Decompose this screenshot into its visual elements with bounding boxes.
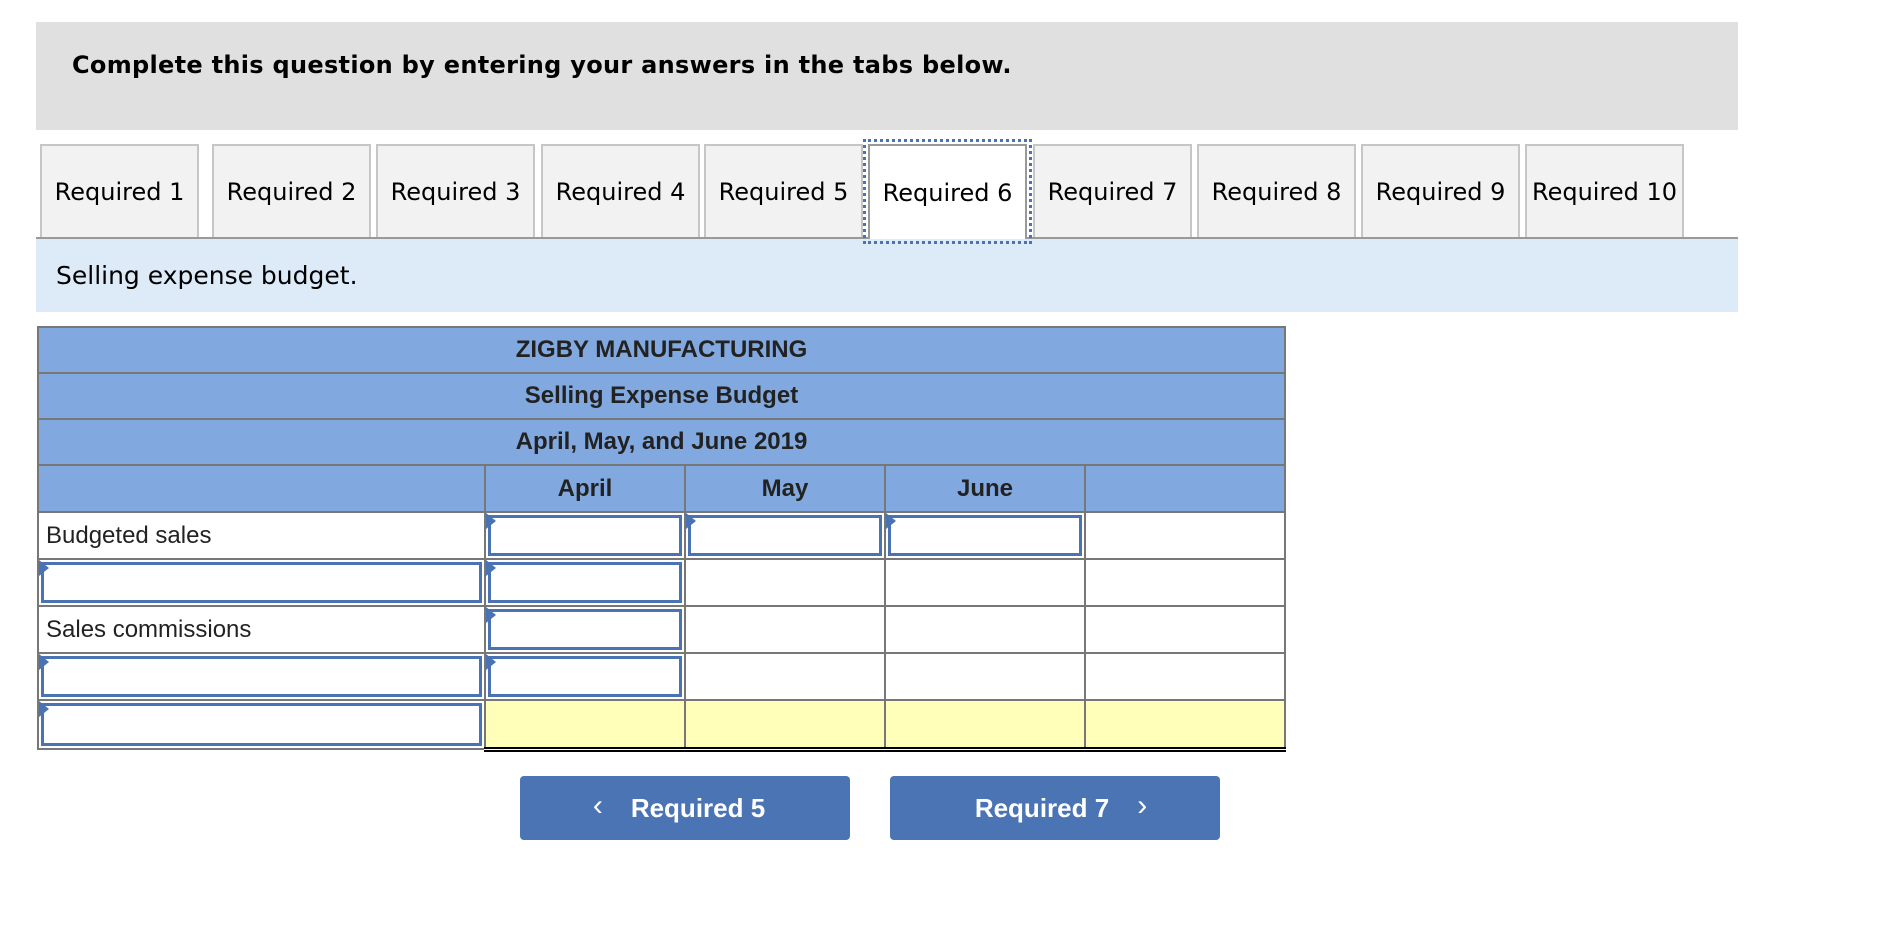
total-april (484, 699, 686, 752)
instructions-text: Complete this question by entering your … (72, 51, 1012, 79)
cell-empty (884, 605, 1086, 654)
input-flag-icon (39, 701, 49, 717)
cell-empty (684, 558, 886, 607)
instructions-banner: Complete this question by entering your … (36, 22, 1738, 130)
tab-required-8[interactable]: Required 8 (1197, 144, 1356, 237)
tab-required-5[interactable]: Required 5 (704, 144, 863, 237)
tab-required-9[interactable]: Required 9 (1361, 144, 1520, 237)
period-row: April, May, and June 2019 (37, 418, 1286, 466)
column-header-june: June (884, 464, 1086, 513)
table-row: Budgeted sales (37, 511, 1286, 560)
cell-empty (884, 558, 1086, 607)
input-row-4-label[interactable] (37, 652, 486, 701)
input-budgeted-sales-may[interactable] (684, 511, 886, 560)
prev-button-label: Required 5 (630, 792, 766, 823)
cell-empty (1084, 605, 1286, 654)
input-flag-icon (486, 513, 496, 529)
column-header-extra (1084, 464, 1286, 513)
tab-required-2[interactable]: Required 2 (212, 144, 371, 237)
input-flag-icon (39, 654, 49, 670)
row-label-budgeted-sales: Budgeted sales (37, 511, 486, 560)
input-sales-commissions-april[interactable] (484, 605, 686, 654)
column-header-may: May (684, 464, 886, 513)
column-header-row: April May June (37, 464, 1286, 513)
total-extra (1084, 699, 1286, 752)
input-row-4-april[interactable] (484, 652, 686, 701)
tab-required-1[interactable]: Required 1 (40, 144, 199, 237)
input-budgeted-sales-june[interactable] (884, 511, 1086, 560)
cell-empty (1084, 652, 1286, 701)
tab-required-10[interactable]: Required 10 (1525, 144, 1684, 237)
cell-empty (684, 605, 886, 654)
input-flag-icon (486, 560, 496, 576)
total-june (884, 699, 1086, 752)
table-row (37, 558, 1286, 607)
prev-required-button[interactable]: ‹ Required 5 (520, 776, 850, 840)
budget-period: April, May, and June 2019 (37, 418, 1286, 466)
selling-expense-budget-table: ZIGBY MANUFACTURING Selling Expense Budg… (37, 326, 1286, 752)
tab-bar: Required 1 Required 2 Required 3 Require… (36, 139, 1738, 244)
tab-required-3[interactable]: Required 3 (376, 144, 535, 237)
cell-empty (884, 652, 1086, 701)
input-row-2-april[interactable] (484, 558, 686, 607)
total-row (37, 699, 1286, 752)
section-header: Selling expense budget. (36, 239, 1738, 312)
input-flag-icon (886, 513, 896, 529)
table-row (37, 652, 1286, 701)
tab-required-6[interactable]: Required 6 (863, 139, 1032, 244)
input-flag-icon (686, 513, 696, 529)
company-row: ZIGBY MANUFACTURING (37, 326, 1286, 374)
column-header-april: April (484, 464, 686, 513)
tab-required-4[interactable]: Required 4 (541, 144, 700, 237)
input-row-2-label[interactable] (37, 558, 486, 607)
tab-required-7[interactable]: Required 7 (1033, 144, 1192, 237)
cell-empty (1084, 558, 1286, 607)
column-header-blank (37, 464, 486, 513)
input-flag-icon (486, 607, 496, 623)
cell-empty (1084, 511, 1286, 560)
chevron-right-icon: › (1137, 789, 1148, 822)
input-budgeted-sales-april[interactable] (484, 511, 686, 560)
next-required-button[interactable]: Required 7 › (890, 776, 1220, 840)
budget-title: Selling Expense Budget (37, 372, 1286, 420)
input-flag-icon (486, 654, 496, 670)
company-name: ZIGBY MANUFACTURING (37, 326, 1286, 374)
table-row: Sales commissions (37, 605, 1286, 654)
input-flag-icon (39, 560, 49, 576)
row-label-sales-commissions: Sales commissions (37, 605, 486, 654)
cell-empty (684, 652, 886, 701)
input-total-label[interactable] (37, 699, 486, 750)
chevron-left-icon: ‹ (592, 789, 603, 822)
section-title: Selling expense budget. (56, 261, 358, 290)
title-row: Selling Expense Budget (37, 372, 1286, 420)
next-button-label: Required 7 (974, 792, 1110, 823)
total-may (684, 699, 886, 752)
